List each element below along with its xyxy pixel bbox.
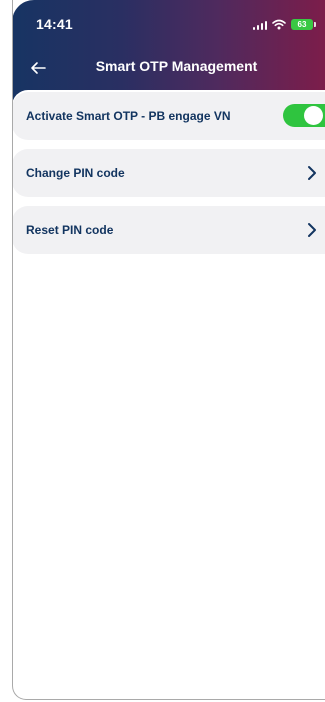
change-pin-label: Change PIN code (26, 166, 125, 180)
settings-content: Activate Smart OTP - PB engage VN Change… (12, 90, 325, 680)
battery-icon: 63 (291, 19, 316, 30)
smart-otp-toggle[interactable] (283, 104, 325, 127)
wifi-icon (272, 19, 286, 30)
activate-smart-otp-label: Activate Smart OTP - PB engage VN (26, 109, 231, 123)
chevron-right-icon (308, 223, 316, 237)
toggle-knob (304, 106, 323, 125)
back-button[interactable] (24, 54, 52, 82)
status-bar: 14:41 63 (12, 0, 325, 44)
activate-smart-otp-row[interactable]: Activate Smart OTP - PB engage VN (12, 92, 325, 140)
app-header: 14:41 63 Smart OTP Management (12, 0, 325, 104)
phone-screen: 14:41 63 Smart OTP Management Activate S… (0, 0, 325, 702)
reset-pin-row[interactable]: Reset PIN code (12, 206, 325, 254)
chevron-right-icon (308, 166, 316, 180)
signal-icon (252, 20, 267, 30)
change-pin-row[interactable]: Change PIN code (12, 149, 325, 197)
page-title: Smart OTP Management (95, 58, 258, 74)
status-time: 14:41 (36, 16, 73, 32)
arrow-left-icon (31, 62, 46, 74)
status-icons: 63 (252, 18, 316, 30)
reset-pin-label: Reset PIN code (26, 223, 114, 237)
